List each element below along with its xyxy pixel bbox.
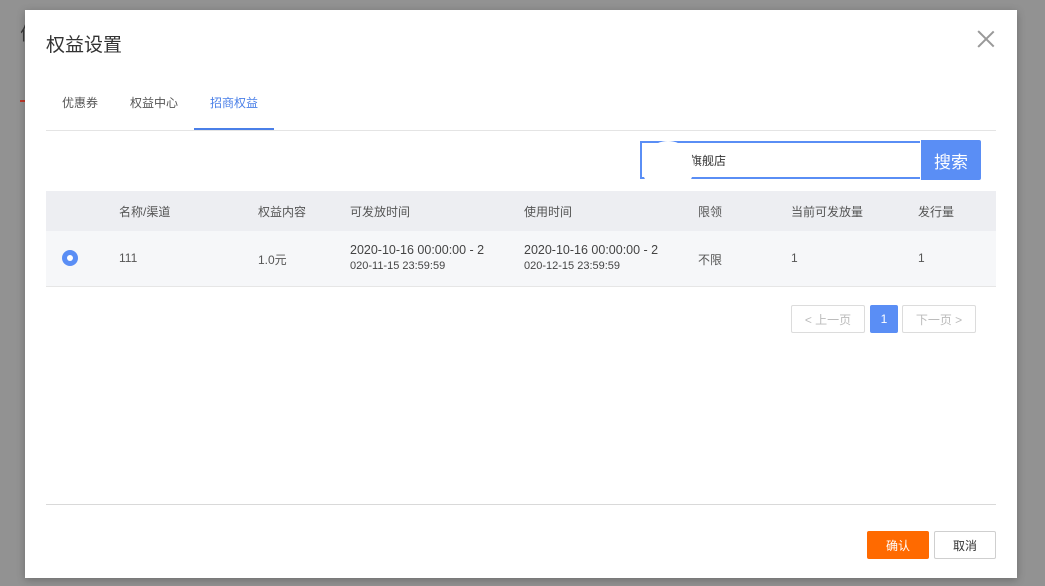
use-time-line2: 020-12-15 23:59:59 — [524, 260, 621, 272]
header-name-channel: 名称/渠道 — [119, 205, 171, 219]
tab-bar: 优惠券 权益中心 招商权益 — [46, 84, 996, 131]
header-content: 权益内容 — [258, 205, 307, 219]
header-available: 当前可发放量 — [791, 205, 864, 219]
header-limit: 限领 — [698, 205, 723, 219]
tab-coupons[interactable]: 优惠券 — [62, 94, 98, 111]
use-time-line1: 2020-10-16 00:00:00 - 2 — [524, 243, 659, 257]
table-row[interactable]: 111 1.0元 2020-10-16 00:00:00 - 2 020-11-… — [46, 231, 996, 287]
row-select-radio[interactable] — [62, 250, 78, 266]
footer-divider — [46, 504, 996, 505]
cell-name: 111 — [119, 251, 138, 265]
header-issued: 发行量 — [918, 205, 955, 219]
issue-time-line2: 020-11-15 23:59:59 — [350, 260, 446, 272]
next-page-button[interactable]: 下一页 > — [902, 305, 976, 333]
header-use-time: 使用时间 — [524, 205, 573, 219]
search-overlay-mask — [642, 141, 694, 193]
cell-limit: 不限 — [698, 253, 723, 267]
cell-issued: 1 — [918, 251, 925, 265]
active-tab-indicator — [194, 128, 274, 130]
close-icon[interactable] — [975, 28, 997, 50]
cell-available: 1 — [791, 251, 798, 265]
table-header: 名称/渠道 权益内容 可发放时间 使用时间 限领 当前可发放量 发行量 — [46, 191, 996, 231]
tab-merchant-rights[interactable]: 招商权益 — [210, 94, 258, 111]
confirm-button[interactable]: 确认 — [867, 531, 929, 559]
rights-settings-dialog: 权益设置 优惠券 权益中心 招商权益 搜索 名称/渠道 权益内容 可发放时间 使… — [25, 10, 1017, 578]
search-button[interactable]: 搜索 — [921, 140, 981, 180]
cell-use-time: 2020-10-16 00:00:00 - 2 020-12-15 23:59:… — [524, 242, 658, 274]
cell-content: 1.0元 — [258, 253, 287, 267]
cancel-button[interactable]: 取消 — [934, 531, 996, 559]
header-issue-time: 可发放时间 — [350, 205, 411, 219]
dialog-title: 权益设置 — [46, 35, 123, 56]
rights-table: 名称/渠道 权益内容 可发放时间 使用时间 限领 当前可发放量 发行量 111 … — [46, 191, 996, 287]
tab-rights-center[interactable]: 权益中心 — [130, 94, 178, 111]
search-input[interactable] — [660, 143, 945, 177]
issue-time-line1: 2020-10-16 00:00:00 - 2 — [350, 243, 485, 257]
search-box — [640, 141, 945, 193]
prev-page-button[interactable]: < 上一页 — [791, 305, 865, 333]
page-number-button[interactable]: 1 — [870, 305, 898, 333]
cell-issue-time: 2020-10-16 00:00:00 - 2 020-11-15 23:59:… — [350, 242, 484, 274]
